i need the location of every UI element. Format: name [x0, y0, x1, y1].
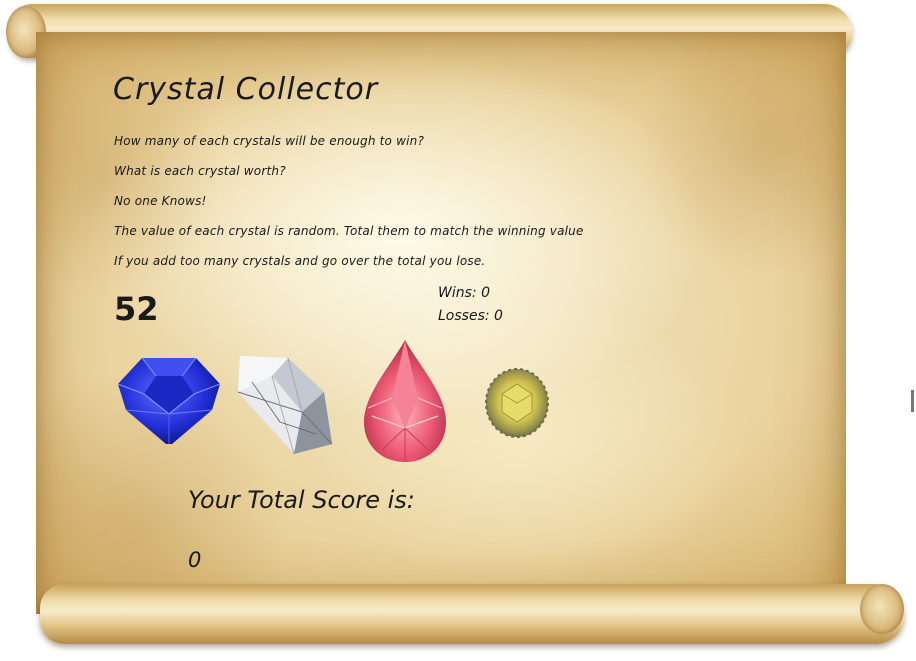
instruction-line: What is each crystal worth? — [114, 164, 286, 178]
wins-counter: Wins: 0 — [438, 285, 490, 301]
scroll-bottom-roll — [40, 584, 904, 644]
scroll-roll-end — [860, 584, 904, 634]
instruction-line: No one Knows! — [114, 194, 207, 208]
instruction-line: The value of each crystal is random. Tot… — [114, 224, 584, 238]
window-edge-marker — [911, 390, 914, 412]
page: Crystal Collector How many of each cryst… — [0, 0, 916, 661]
crystal-pink-button[interactable] — [362, 338, 448, 466]
crystal-white-button[interactable] — [232, 352, 336, 456]
losses-counter: Losses: 0 — [438, 308, 503, 324]
game-title: Crystal Collector — [113, 72, 379, 107]
crystal-blue-button[interactable] — [116, 354, 222, 446]
yellow-gem-icon — [485, 368, 549, 438]
white-diamond-icon — [237, 356, 333, 455]
blue-sapphire-icon — [117, 357, 221, 444]
pink-pear-icon — [364, 340, 446, 462]
instruction-line: If you add too many crystals and go over… — [114, 254, 486, 268]
crystal-yellow-button[interactable] — [484, 366, 550, 440]
target-number: 52 — [114, 290, 159, 328]
instruction-line: How many of each crystals will be enough… — [114, 134, 425, 148]
total-score-label: Your Total Score is: — [188, 486, 415, 514]
total-score-value: 0 — [188, 548, 202, 572]
